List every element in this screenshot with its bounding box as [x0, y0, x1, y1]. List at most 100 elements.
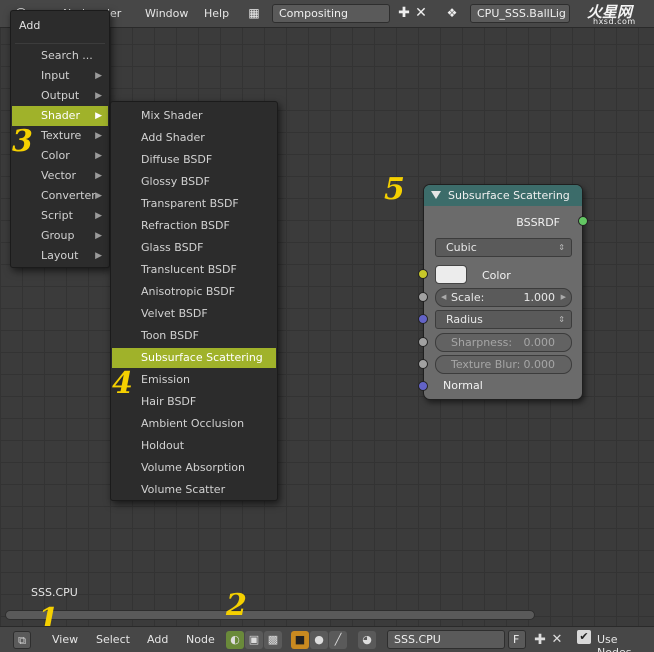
- add-menu-title: Add: [19, 19, 41, 32]
- compositing-nodes-icon[interactable]: ▣: [245, 631, 263, 649]
- new-material-icon[interactable]: ✚: [531, 631, 549, 649]
- shader-item-label: Glossy BSDF: [141, 175, 210, 188]
- submenu-arrow-icon: ▶: [95, 131, 102, 141]
- node-header[interactable]: Subsurface Scattering: [424, 185, 582, 206]
- input-color-socket[interactable]: [418, 269, 428, 279]
- horizontal-scrollbar[interactable]: [5, 610, 535, 620]
- scale-field[interactable]: ◀ Scale: 1.000 ▶: [435, 288, 572, 307]
- shader-item-ambient-occlusion[interactable]: Ambient Occlusion: [112, 414, 276, 434]
- menu-item-label: Output: [41, 89, 80, 102]
- input-radius-socket[interactable]: [418, 314, 428, 324]
- shader-item-velvet-bsdf[interactable]: Velvet BSDF: [112, 304, 276, 324]
- shader-item-volume-absorption[interactable]: Volume Absorption: [112, 458, 276, 478]
- menu-item-label: Shader: [41, 109, 80, 122]
- shader-item-mix-shader[interactable]: Mix Shader: [112, 106, 276, 126]
- editor-type-icon[interactable]: ⧉: [13, 631, 31, 649]
- node-title: Subsurface Scattering: [448, 189, 570, 202]
- use-nodes-checkbox[interactable]: ✔: [577, 630, 591, 644]
- shader-item-add-shader[interactable]: Add Shader: [112, 128, 276, 148]
- increment-arrow-icon[interactable]: ▶: [561, 289, 566, 306]
- shader-item-hair-bsdf[interactable]: Hair BSDF: [112, 392, 276, 412]
- menu-item-label: Script: [41, 209, 73, 222]
- shader-item-label: Glass BSDF: [141, 241, 204, 254]
- color-swatch[interactable]: [435, 265, 467, 284]
- object-shader-icon[interactable]: ■: [291, 631, 309, 649]
- menu-item-label: Input: [41, 69, 70, 82]
- menu-item-script[interactable]: Script ▶: [12, 206, 108, 226]
- subsurface-scattering-node[interactable]: Subsurface Scattering BSSRDF Cubic ⇕ Col…: [418, 184, 588, 400]
- menu-item-vector[interactable]: Vector ▶: [12, 166, 108, 186]
- delete-screen-icon[interactable]: ✕: [412, 5, 430, 23]
- menu-item-output[interactable]: Output ▶: [12, 86, 108, 106]
- menu-item-input[interactable]: Input ▶: [12, 66, 108, 86]
- falloff-value: Cubic: [446, 241, 477, 254]
- submenu-arrow-icon: ▶: [95, 231, 102, 241]
- screen-layout-field[interactable]: Compositing: [272, 4, 390, 23]
- line-style-icon[interactable]: ╱: [329, 631, 347, 649]
- world-shader-icon[interactable]: ●: [310, 631, 328, 649]
- input-scale-socket[interactable]: [418, 292, 428, 302]
- submenu-arrow-icon: ▶: [95, 251, 102, 261]
- shader-item-holdout[interactable]: Holdout: [112, 436, 276, 456]
- texture-nodes-icon[interactable]: ▩: [264, 631, 282, 649]
- unlink-material-icon[interactable]: ✕: [548, 631, 566, 649]
- shader-item-translucent-bsdf[interactable]: Translucent BSDF: [112, 260, 276, 280]
- scale-value: 1.000: [523, 291, 556, 304]
- shader-item-label: Subsurface Scattering: [141, 351, 263, 364]
- shader-item-label: Volume Absorption: [141, 461, 245, 474]
- input-texture-blur-socket[interactable]: [418, 359, 428, 369]
- menu-add[interactable]: Add: [147, 633, 168, 646]
- input-sharpness-socket[interactable]: [418, 337, 428, 347]
- input-normal-socket[interactable]: [418, 381, 428, 391]
- shader-item-emission[interactable]: Emission: [112, 370, 276, 390]
- shader-item-anisotropic-bsdf[interactable]: Anisotropic BSDF: [112, 282, 276, 302]
- menu-item-converter[interactable]: Converter ▶: [12, 186, 108, 206]
- menu-item-layout[interactable]: Layout ▶: [12, 246, 108, 266]
- menu-item-label: Texture: [41, 129, 82, 142]
- menu-item-shader[interactable]: Shader ▶: [12, 106, 108, 126]
- shader-item-refraction-bsdf[interactable]: Refraction BSDF: [112, 216, 276, 236]
- menu-item-group[interactable]: Group ▶: [12, 226, 108, 246]
- submenu-arrow-icon: ▶: [95, 191, 102, 201]
- screen-layout-icon[interactable]: ▦: [245, 5, 263, 23]
- shader-item-label: Volume Scatter: [141, 483, 226, 496]
- shader-item-label: Translucent BSDF: [141, 263, 237, 276]
- shader-item-subsurface-scattering[interactable]: Subsurface Scattering: [112, 348, 276, 368]
- shader-item-glass-bsdf[interactable]: Glass BSDF: [112, 238, 276, 258]
- material-browse-icon[interactable]: ◕: [358, 631, 376, 649]
- shader-nodes-icon[interactable]: ◐: [226, 631, 244, 649]
- scene-field[interactable]: CPU_SSS.BallLig: [470, 4, 570, 23]
- shader-item-toon-bsdf[interactable]: Toon BSDF: [112, 326, 276, 346]
- menu-select[interactable]: Select: [96, 633, 130, 646]
- shader-item-diffuse-bsdf[interactable]: Diffuse BSDF: [112, 150, 276, 170]
- annotation-5: 5: [384, 172, 405, 207]
- falloff-dropdown[interactable]: Cubic ⇕: [435, 238, 572, 257]
- texture-blur-value: 0.000: [523, 358, 556, 371]
- material-name-label: SSS.CPU: [31, 586, 78, 599]
- menu-node[interactable]: Node: [186, 633, 215, 646]
- menu-view[interactable]: View: [52, 633, 78, 646]
- menu-help[interactable]: Help: [204, 7, 229, 20]
- submenu-arrow-icon: ▶: [95, 211, 102, 221]
- collapse-triangle-icon[interactable]: [431, 191, 441, 199]
- submenu-arrow-icon: ▶: [95, 151, 102, 161]
- menu-item-search[interactable]: Search ...: [12, 46, 108, 66]
- menu-window[interactable]: Window: [145, 7, 188, 20]
- radius-dropdown[interactable]: Radius ⇕: [435, 310, 572, 329]
- material-name-field[interactable]: SSS.CPU: [387, 630, 505, 649]
- color-label: Color: [482, 269, 511, 282]
- add-screen-icon[interactable]: ✚: [395, 5, 413, 23]
- shader-item-transparent-bsdf[interactable]: Transparent BSDF: [112, 194, 276, 214]
- output-bssrdf-socket[interactable]: [578, 216, 588, 226]
- shader-item-volume-scatter[interactable]: Volume Scatter: [112, 480, 276, 500]
- decrement-arrow-icon[interactable]: ◀: [441, 289, 446, 306]
- radius-label: Radius: [446, 313, 483, 326]
- shader-item-glossy-bsdf[interactable]: Glossy BSDF: [112, 172, 276, 192]
- fake-user-toggle[interactable]: F: [508, 630, 526, 649]
- submenu-arrow-icon: ▶: [95, 91, 102, 101]
- scene-icon[interactable]: ❖: [443, 5, 461, 23]
- texture-blur-field[interactable]: Texture Blur: 0.000: [435, 355, 572, 374]
- menu-item-label: Color: [41, 149, 70, 162]
- menu-item-label: Converter: [41, 189, 96, 202]
- sharpness-field[interactable]: Sharpness: 0.000: [435, 333, 572, 352]
